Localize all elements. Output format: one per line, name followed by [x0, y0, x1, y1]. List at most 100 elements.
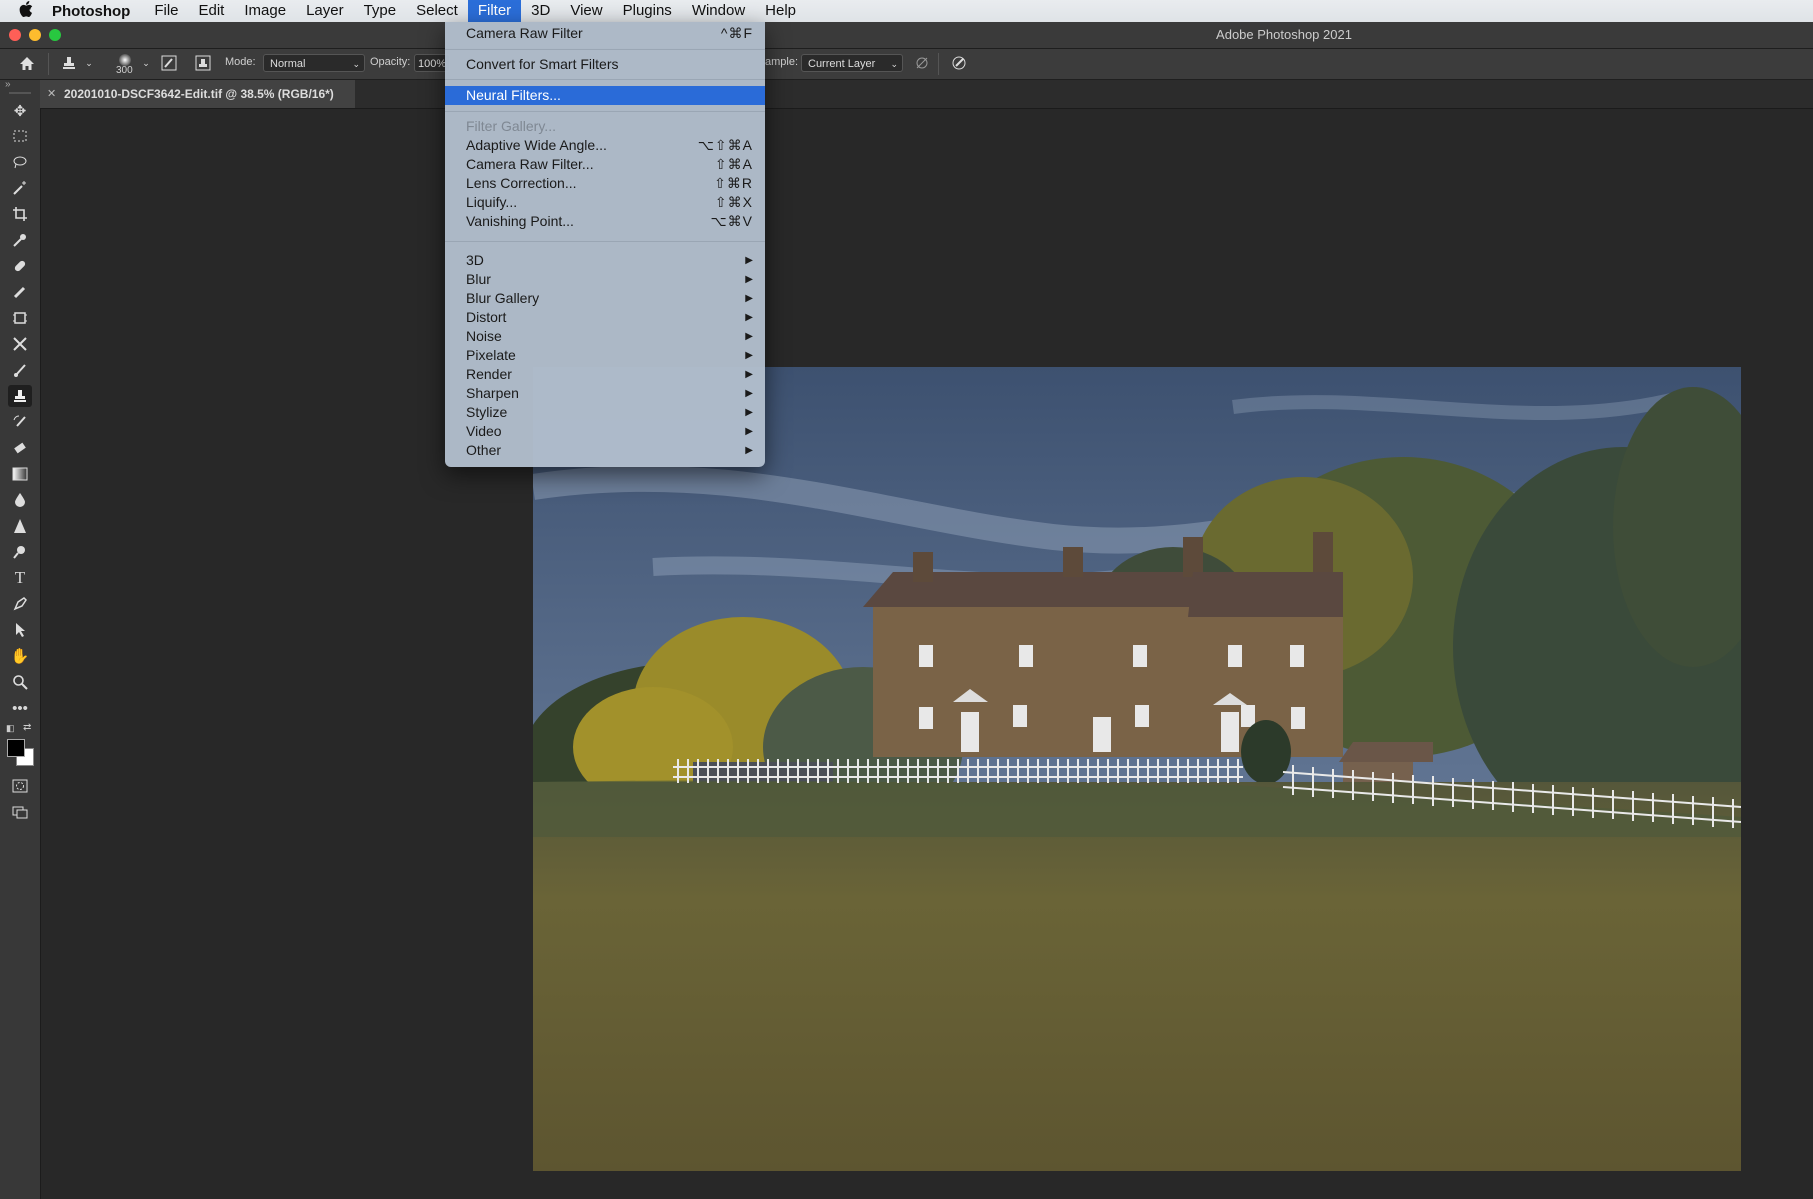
divider: [938, 53, 939, 75]
quick-mask-icon[interactable]: [8, 775, 32, 797]
ignore-adjustment-layers-icon[interactable]: [913, 54, 931, 72]
menu-separator: [445, 241, 765, 242]
dodge-tool-icon[interactable]: [8, 541, 32, 563]
foreground-color-swatch[interactable]: [7, 739, 25, 757]
document-tab[interactable]: ✕ 20201010-DSCF3642-Edit.tif @ 38.5% (RG…: [40, 80, 355, 108]
panel-grip[interactable]: [9, 92, 31, 94]
blur-tool-icon[interactable]: [8, 489, 32, 511]
menu-3d[interactable]: 3D: [521, 0, 560, 22]
submenu-sharpen[interactable]: Sharpen ▶: [445, 384, 765, 403]
screen-mode-icon[interactable]: [8, 801, 32, 823]
submenu-noise[interactable]: Noise ▶: [445, 327, 765, 346]
menu-item-lens-correction[interactable]: Lens Correction... ⇧⌘R: [445, 174, 765, 193]
submenu-blur[interactable]: Blur ▶: [445, 270, 765, 289]
submenu-arrow-icon: ▶: [745, 426, 753, 437]
pencil-tool-icon[interactable]: [8, 281, 32, 303]
apple-icon[interactable]: [0, 1, 52, 21]
menu-item-convert-for-smart-filters[interactable]: Convert for Smart Filters: [445, 55, 765, 74]
clone-stamp-preset-icon[interactable]: [60, 54, 78, 72]
menu-separator: [445, 79, 765, 80]
menu-window[interactable]: Window: [682, 0, 755, 22]
menu-layer[interactable]: Layer: [296, 0, 354, 22]
submenu-arrow-icon: ▶: [745, 369, 753, 380]
clone-source-icon[interactable]: [194, 54, 212, 72]
menu-select[interactable]: Select: [406, 0, 468, 22]
app-name-menu[interactable]: Photoshop: [52, 3, 130, 20]
healing-brush-tool-icon[interactable]: [8, 255, 32, 277]
mode-select[interactable]: Normal ⌄: [263, 54, 365, 72]
submenu-arrow-icon: ▶: [745, 407, 753, 418]
move-tool-icon[interactable]: ✥: [8, 100, 32, 122]
submenu-arrow-icon: ▶: [745, 255, 753, 266]
menu-item-liquify[interactable]: Liquify... ⇧⌘X: [445, 193, 765, 212]
submenu-other[interactable]: Other ▶: [445, 441, 765, 460]
submenu-stylize[interactable]: Stylize ▶: [445, 403, 765, 422]
opacity-label: Opacity:: [370, 56, 411, 68]
default-colors-icon[interactable]: ◧: [6, 723, 15, 734]
pressure-icon[interactable]: [950, 54, 968, 72]
menu-image[interactable]: Image: [234, 0, 296, 22]
menu-filter[interactable]: Filter: [467, 0, 522, 22]
sharpen-tool-icon[interactable]: [8, 515, 32, 537]
mode-select-value: Normal: [270, 58, 306, 70]
window-title-bar: Adobe Photoshop 2021: [0, 22, 1813, 49]
swap-colors-icon[interactable]: ⇄: [23, 722, 31, 733]
submenu-blur-gallery[interactable]: Blur Gallery ▶: [445, 289, 765, 308]
chevron-down-icon[interactable]: ⌄: [137, 54, 155, 72]
mode-label: Mode:: [225, 56, 256, 68]
submenu-3d[interactable]: 3D ▶: [445, 251, 765, 270]
chevron-down-icon[interactable]: ⌄: [80, 54, 98, 72]
menu-item-neural-filters[interactable]: Neural Filters...: [445, 86, 765, 105]
menu-plugins[interactable]: Plugins: [613, 0, 682, 22]
path-selection-tool-icon[interactable]: [8, 619, 32, 641]
lasso-tool-icon[interactable]: [8, 151, 32, 173]
menu-file[interactable]: File: [144, 0, 188, 22]
submenu-arrow-icon: ▶: [745, 350, 753, 361]
type-tool-icon[interactable]: T: [8, 567, 32, 589]
submenu-render[interactable]: Render ▶: [445, 365, 765, 384]
menu-view[interactable]: View: [560, 0, 612, 22]
menu-edit[interactable]: Edit: [189, 0, 235, 22]
marquee-tool-icon[interactable]: [8, 125, 32, 147]
more-tools-icon[interactable]: •••: [8, 697, 32, 719]
frame-tool-icon[interactable]: [8, 307, 32, 329]
menu-help[interactable]: Help: [755, 0, 806, 22]
clone-stamp-tool-icon[interactable]: [8, 385, 32, 407]
submenu-video[interactable]: Video ▶: [445, 422, 765, 441]
eyedropper-tool-icon[interactable]: [8, 229, 32, 251]
home-icon[interactable]: [18, 54, 36, 72]
eraser-tool-icon[interactable]: [8, 437, 32, 459]
chevron-down-icon: ⌄: [890, 59, 898, 69]
hand-tool-icon[interactable]: ✋: [8, 645, 32, 667]
magic-wand-tool-icon[interactable]: [8, 177, 32, 199]
crop-tool-icon[interactable]: [8, 203, 32, 225]
menu-item-camera-raw-filter[interactable]: Camera Raw Filter... ⇧⌘A: [445, 155, 765, 174]
close-tab-icon[interactable]: ✕: [47, 80, 56, 108]
submenu-arrow-icon: ▶: [745, 312, 753, 323]
menu-item-filter-gallery: Filter Gallery...: [466, 118, 556, 134]
submenu-arrow-icon: ▶: [745, 388, 753, 399]
pen-tool-icon[interactable]: [8, 593, 32, 615]
menu-item-vanishing-point[interactable]: Vanishing Point... ⌥⌘V: [445, 212, 765, 231]
content-aware-move-tool-icon[interactable]: [8, 333, 32, 355]
brush-settings-icon[interactable]: [160, 54, 178, 72]
menu-type[interactable]: Type: [354, 0, 407, 22]
menu-item-adaptive-wide-angle[interactable]: Adaptive Wide Angle... ⌥⇧⌘A: [445, 136, 765, 155]
farmhouse-photo: [533, 367, 1741, 1171]
brush-tool-icon[interactable]: [8, 359, 32, 381]
options-bar: ⌄ 300 ⌄ Mode: Normal ⌄ Opacity: 100% amp…: [0, 49, 1813, 80]
document-image[interactable]: [533, 367, 1741, 1171]
submenu-arrow-icon: ▶: [745, 445, 753, 456]
panel-collapse-icon[interactable]: »: [5, 79, 11, 90]
history-brush-tool-icon[interactable]: [8, 411, 32, 433]
sample-select[interactable]: Current Layer ⌄: [801, 54, 903, 72]
menu-item-camera-raw-filter-last[interactable]: Camera Raw Filter ^⌘F: [445, 24, 765, 43]
submenu-arrow-icon: ▶: [745, 274, 753, 285]
menu-separator: [445, 111, 765, 112]
submenu-pixelate[interactable]: Pixelate ▶: [445, 346, 765, 365]
zoom-tool-icon[interactable]: [8, 671, 32, 693]
window-title: Adobe Photoshop 2021: [1216, 27, 1352, 42]
filter-menu-dropdown: Camera Raw Filter ^⌘F Convert for Smart …: [445, 22, 765, 467]
gradient-tool-icon[interactable]: [8, 463, 32, 485]
submenu-distort[interactable]: Distort ▶: [445, 308, 765, 327]
